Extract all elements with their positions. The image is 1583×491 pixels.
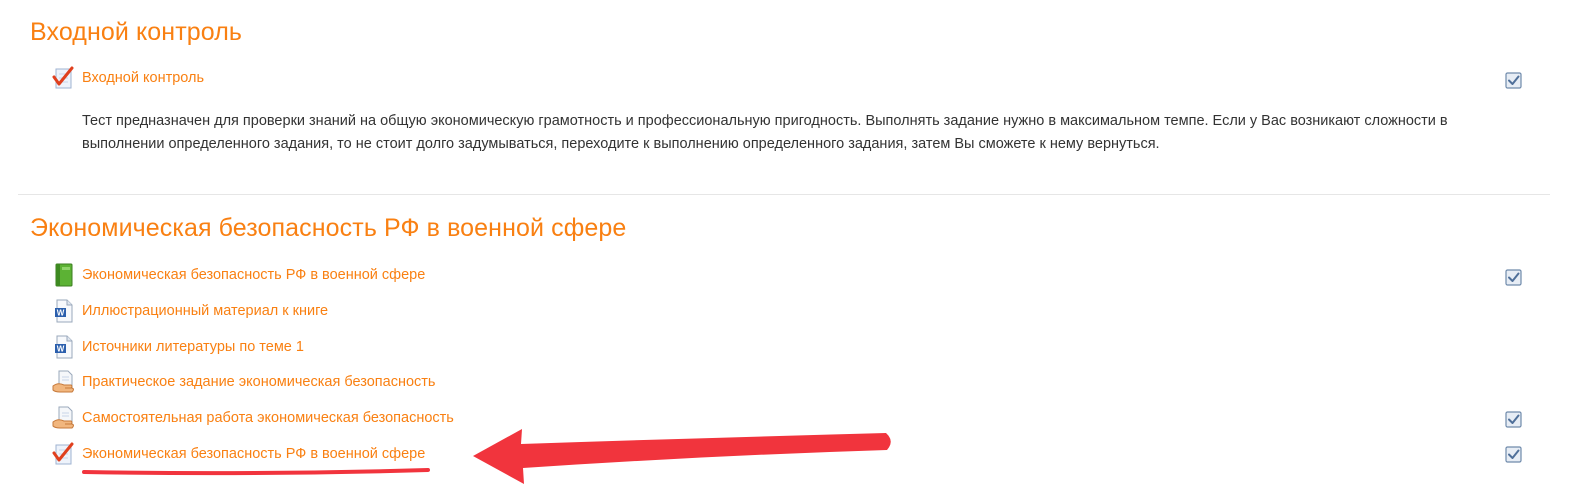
quiz-icon: [52, 442, 76, 466]
completion-checkbox-entrance-quiz[interactable]: [1505, 72, 1522, 89]
assignment-icon: [52, 370, 76, 394]
word-document-icon: [52, 299, 76, 323]
activity-link-independent-work[interactable]: Самостоятельная работа экономическая без…: [82, 410, 454, 426]
section-title-entrance-control: Входной контроль: [30, 18, 243, 46]
word-document-icon: [52, 335, 76, 359]
activity-link-book[interactable]: Экономическая безопасность РФ в военной …: [82, 267, 425, 283]
activity-link-illustration-material[interactable]: Иллюстрационный материал к книге: [82, 303, 328, 319]
activity-book[interactable]: Экономическая безопасность РФ в военной …: [52, 262, 425, 288]
activity-link-literature-sources[interactable]: Источники литературы по теме 1: [82, 339, 304, 355]
checkbox-checked-icon: [1505, 446, 1522, 463]
activity-link-practical-assignment[interactable]: Практическое задание экономическая безоп…: [82, 374, 435, 390]
activity-description: Тест предназначен для проверки знаний на…: [82, 113, 1448, 152]
checkbox-checked-icon: [1505, 411, 1522, 428]
completion-checkbox-independent-work[interactable]: [1505, 411, 1522, 428]
section-title-economic-security: Экономическая безопасность РФ в военной …: [30, 214, 627, 242]
completion-checkbox-final-quiz[interactable]: [1505, 446, 1522, 463]
activity-link-final-quiz[interactable]: Экономическая безопасность РФ в военной …: [82, 446, 425, 462]
course-page: Входной контроль Входной контроль Тест п…: [0, 0, 1583, 491]
activity-literature-sources[interactable]: Источники литературы по теме 1: [52, 334, 304, 360]
checkbox-checked-icon: [1505, 72, 1522, 89]
activity-final-quiz[interactable]: Экономическая безопасность РФ в военной …: [52, 441, 425, 467]
annotation-underline: [82, 468, 430, 476]
quiz-icon: [52, 66, 76, 90]
activity-illustration-material[interactable]: Иллюстрационный материал к книге: [52, 298, 328, 324]
section-divider: [18, 194, 1550, 195]
activity-link-entrance-quiz[interactable]: Входной контроль: [82, 70, 204, 86]
completion-checkbox-book[interactable]: [1505, 269, 1522, 286]
activity-independent-work[interactable]: Самостоятельная работа экономическая без…: [52, 405, 454, 431]
activity-entrance-quiz[interactable]: Входной контроль: [52, 65, 204, 91]
checkbox-checked-icon: [1505, 269, 1522, 286]
activity-practical-assignment[interactable]: Практическое задание экономическая безоп…: [52, 369, 435, 395]
assignment-icon: [52, 406, 76, 430]
annotation-arrow-icon: [473, 429, 891, 484]
book-icon: [52, 263, 76, 287]
